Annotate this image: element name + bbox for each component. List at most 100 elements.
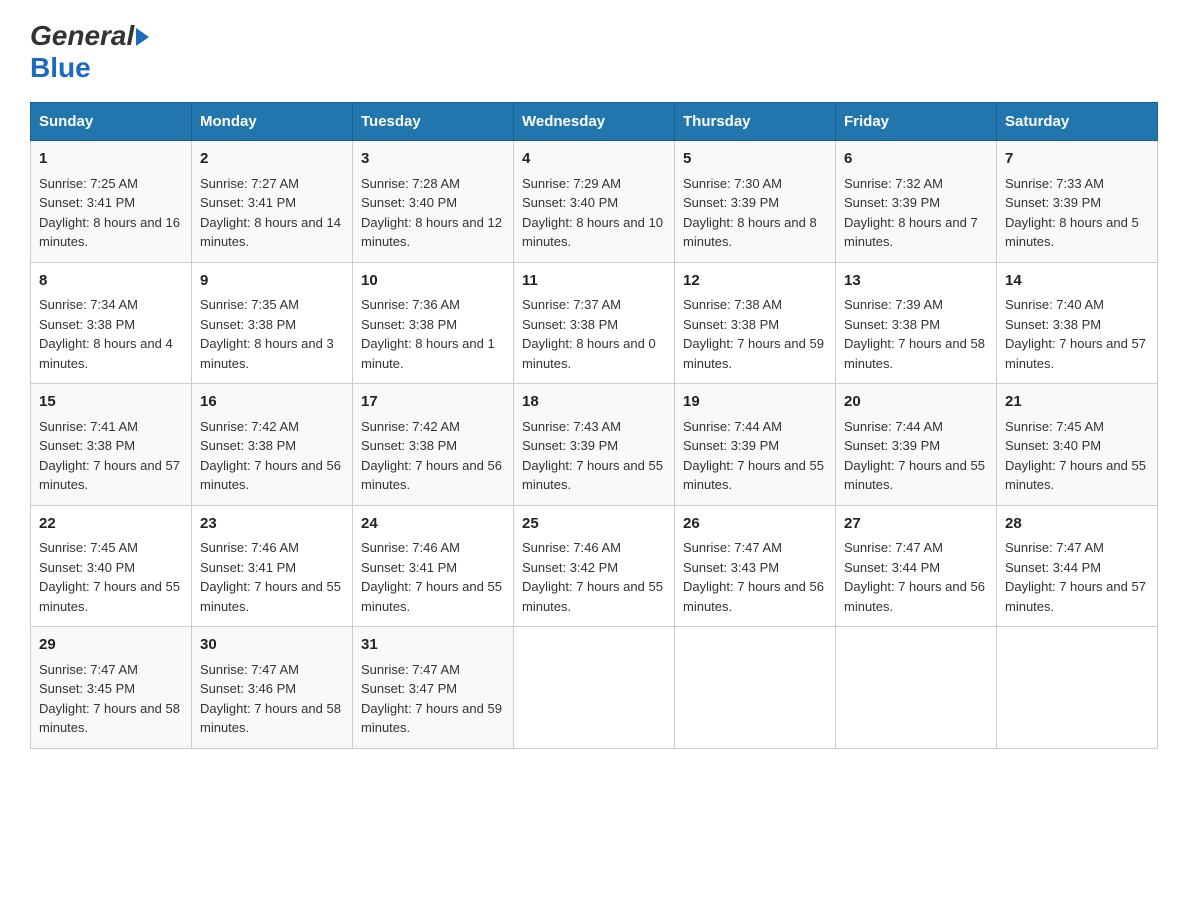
calendar-cell: 22Sunrise: 7:45 AMSunset: 3:40 PMDayligh… (31, 505, 192, 627)
day-number: 28 (1005, 513, 1149, 536)
calendar-week-row: 29 Sunrise: 7:47 AMSunset: 3:45 PMDayligh… (31, 627, 1158, 749)
calendar-cell (514, 627, 675, 749)
day-number: 15 (39, 391, 183, 414)
calendar-week-row: 22Sunrise: 7:45 AMSunset: 3:40 PMDayligh… (31, 505, 1158, 627)
calendar-cell: 2Sunrise: 7:27 AMSunset: 3:41 PMDaylight… (192, 141, 353, 263)
day-number: 21 (1005, 391, 1149, 414)
day-info: Sunrise: 7:45 AMSunset: 3:40 PMDaylight:… (1005, 419, 1146, 493)
day-info: Sunrise: 7:46 AMSunset: 3:41 PMDaylight:… (200, 540, 341, 614)
day-info: Sunrise: 7:44 AMSunset: 3:39 PMDaylight:… (683, 419, 824, 493)
day-number: 18 (522, 391, 666, 414)
day-info: Sunrise: 7:45 AMSunset: 3:40 PMDaylight:… (39, 540, 180, 614)
day-number: 10 (361, 270, 505, 293)
day-number: 6 (844, 148, 988, 171)
calendar-cell: 27 Sunrise: 7:47 AMSunset: 3:44 PMDayligh… (836, 505, 997, 627)
calendar-cell: 4 Sunrise: 7:29 AMSunset: 3:40 PMDaylight… (514, 141, 675, 263)
calendar-cell (675, 627, 836, 749)
day-number: 20 (844, 391, 988, 414)
day-info: Sunrise: 7:47 AMSunset: 3:44 PMDaylight:… (844, 540, 985, 614)
day-info: Sunrise: 7:44 AMSunset: 3:39 PMDaylight:… (844, 419, 985, 493)
calendar-cell: 20 Sunrise: 7:44 AMSunset: 3:39 PMDayligh… (836, 384, 997, 506)
calendar-cell: 9 Sunrise: 7:35 AMSunset: 3:38 PMDaylight… (192, 262, 353, 384)
day-info: Sunrise: 7:43 AMSunset: 3:39 PMDaylight:… (522, 419, 663, 493)
calendar-week-row: 1Sunrise: 7:25 AMSunset: 3:41 PMDaylight… (31, 141, 1158, 263)
day-number: 17 (361, 391, 505, 414)
calendar-table: Sunday Monday Tuesday Wednesday Thursday… (30, 102, 1158, 749)
calendar-cell: 18 Sunrise: 7:43 AMSunset: 3:39 PMDayligh… (514, 384, 675, 506)
day-info: Sunrise: 7:42 AMSunset: 3:38 PMDaylight:… (361, 419, 502, 493)
day-info: Sunrise: 7:27 AMSunset: 3:41 PMDaylight:… (200, 176, 341, 250)
day-info: Sunrise: 7:28 AMSunset: 3:40 PMDaylight:… (361, 176, 502, 250)
calendar-cell: 28 Sunrise: 7:47 AMSunset: 3:44 PMDayligh… (997, 505, 1158, 627)
col-wednesday: Wednesday (514, 103, 675, 141)
calendar-cell: 15 Sunrise: 7:41 AMSunset: 3:38 PMDayligh… (31, 384, 192, 506)
page-header: General Blue (30, 20, 1158, 84)
day-number: 27 (844, 513, 988, 536)
day-info: Sunrise: 7:47 AMSunset: 3:46 PMDaylight:… (200, 662, 341, 736)
calendar-cell: 7Sunrise: 7:33 AMSunset: 3:39 PMDaylight… (997, 141, 1158, 263)
day-info: Sunrise: 7:36 AMSunset: 3:38 PMDaylight:… (361, 297, 495, 371)
calendar-week-row: 15 Sunrise: 7:41 AMSunset: 3:38 PMDayligh… (31, 384, 1158, 506)
day-number: 9 (200, 270, 344, 293)
logo-arrow-icon (136, 28, 149, 46)
col-sunday: Sunday (31, 103, 192, 141)
day-info: Sunrise: 7:32 AMSunset: 3:39 PMDaylight:… (844, 176, 978, 250)
day-number: 19 (683, 391, 827, 414)
calendar-cell: 24Sunrise: 7:46 AMSunset: 3:41 PMDayligh… (353, 505, 514, 627)
calendar-cell: 26Sunrise: 7:47 AMSunset: 3:43 PMDayligh… (675, 505, 836, 627)
day-number: 12 (683, 270, 827, 293)
calendar-cell (997, 627, 1158, 749)
day-info: Sunrise: 7:37 AMSunset: 3:38 PMDaylight:… (522, 297, 656, 371)
calendar-cell: 14 Sunrise: 7:40 AMSunset: 3:38 PMDayligh… (997, 262, 1158, 384)
calendar-cell: 11Sunrise: 7:37 AMSunset: 3:38 PMDayligh… (514, 262, 675, 384)
calendar-header-row: Sunday Monday Tuesday Wednesday Thursday… (31, 103, 1158, 141)
calendar-cell: 5Sunrise: 7:30 AMSunset: 3:39 PMDaylight… (675, 141, 836, 263)
calendar-cell: 12 Sunrise: 7:38 AMSunset: 3:38 PMDayligh… (675, 262, 836, 384)
logo-general-text: General (30, 20, 134, 52)
calendar-cell: 13 Sunrise: 7:39 AMSunset: 3:38 PMDayligh… (836, 262, 997, 384)
day-number: 14 (1005, 270, 1149, 293)
calendar-cell: 10 Sunrise: 7:36 AMSunset: 3:38 PMDayligh… (353, 262, 514, 384)
day-info: Sunrise: 7:30 AMSunset: 3:39 PMDaylight:… (683, 176, 817, 250)
day-info: Sunrise: 7:35 AMSunset: 3:38 PMDaylight:… (200, 297, 334, 371)
calendar-cell: 16 Sunrise: 7:42 AMSunset: 3:38 PMDayligh… (192, 384, 353, 506)
col-thursday: Thursday (675, 103, 836, 141)
day-info: Sunrise: 7:41 AMSunset: 3:38 PMDaylight:… (39, 419, 180, 493)
calendar-cell: 17 Sunrise: 7:42 AMSunset: 3:38 PMDayligh… (353, 384, 514, 506)
day-info: Sunrise: 7:47 AMSunset: 3:43 PMDaylight:… (683, 540, 824, 614)
day-number: 3 (361, 148, 505, 171)
day-number: 23 (200, 513, 344, 536)
day-number: 7 (1005, 148, 1149, 171)
day-number: 24 (361, 513, 505, 536)
calendar-cell: 19 Sunrise: 7:44 AMSunset: 3:39 PMDayligh… (675, 384, 836, 506)
day-info: Sunrise: 7:42 AMSunset: 3:38 PMDaylight:… (200, 419, 341, 493)
day-info: Sunrise: 7:46 AMSunset: 3:42 PMDaylight:… (522, 540, 663, 614)
day-info: Sunrise: 7:38 AMSunset: 3:38 PMDaylight:… (683, 297, 824, 371)
day-info: Sunrise: 7:40 AMSunset: 3:38 PMDaylight:… (1005, 297, 1146, 371)
calendar-cell (836, 627, 997, 749)
day-info: Sunrise: 7:47 AMSunset: 3:47 PMDaylight:… (361, 662, 502, 736)
day-info: Sunrise: 7:39 AMSunset: 3:38 PMDaylight:… (844, 297, 985, 371)
day-info: Sunrise: 7:25 AMSunset: 3:41 PMDaylight:… (39, 176, 180, 250)
day-number: 25 (522, 513, 666, 536)
calendar-cell: 30Sunrise: 7:47 AMSunset: 3:46 PMDayligh… (192, 627, 353, 749)
day-info: Sunrise: 7:47 AMSunset: 3:45 PMDaylight:… (39, 662, 180, 736)
day-info: Sunrise: 7:29 AMSunset: 3:40 PMDaylight:… (522, 176, 663, 250)
day-info: Sunrise: 7:47 AMSunset: 3:44 PMDaylight:… (1005, 540, 1146, 614)
calendar-cell: 21 Sunrise: 7:45 AMSunset: 3:40 PMDayligh… (997, 384, 1158, 506)
day-number: 13 (844, 270, 988, 293)
col-friday: Friday (836, 103, 997, 141)
calendar-cell: 23 Sunrise: 7:46 AMSunset: 3:41 PMDayligh… (192, 505, 353, 627)
col-tuesday: Tuesday (353, 103, 514, 141)
day-info: Sunrise: 7:34 AMSunset: 3:38 PMDaylight:… (39, 297, 173, 371)
calendar-cell: 8 Sunrise: 7:34 AMSunset: 3:38 PMDaylight… (31, 262, 192, 384)
day-number: 16 (200, 391, 344, 414)
day-number: 29 (39, 634, 183, 657)
day-number: 8 (39, 270, 183, 293)
calendar-cell: 1Sunrise: 7:25 AMSunset: 3:41 PMDaylight… (31, 141, 192, 263)
calendar-week-row: 8 Sunrise: 7:34 AMSunset: 3:38 PMDaylight… (31, 262, 1158, 384)
day-number: 4 (522, 148, 666, 171)
col-monday: Monday (192, 103, 353, 141)
calendar-cell: 29 Sunrise: 7:47 AMSunset: 3:45 PMDayligh… (31, 627, 192, 749)
calendar-cell: 31Sunrise: 7:47 AMSunset: 3:47 PMDayligh… (353, 627, 514, 749)
